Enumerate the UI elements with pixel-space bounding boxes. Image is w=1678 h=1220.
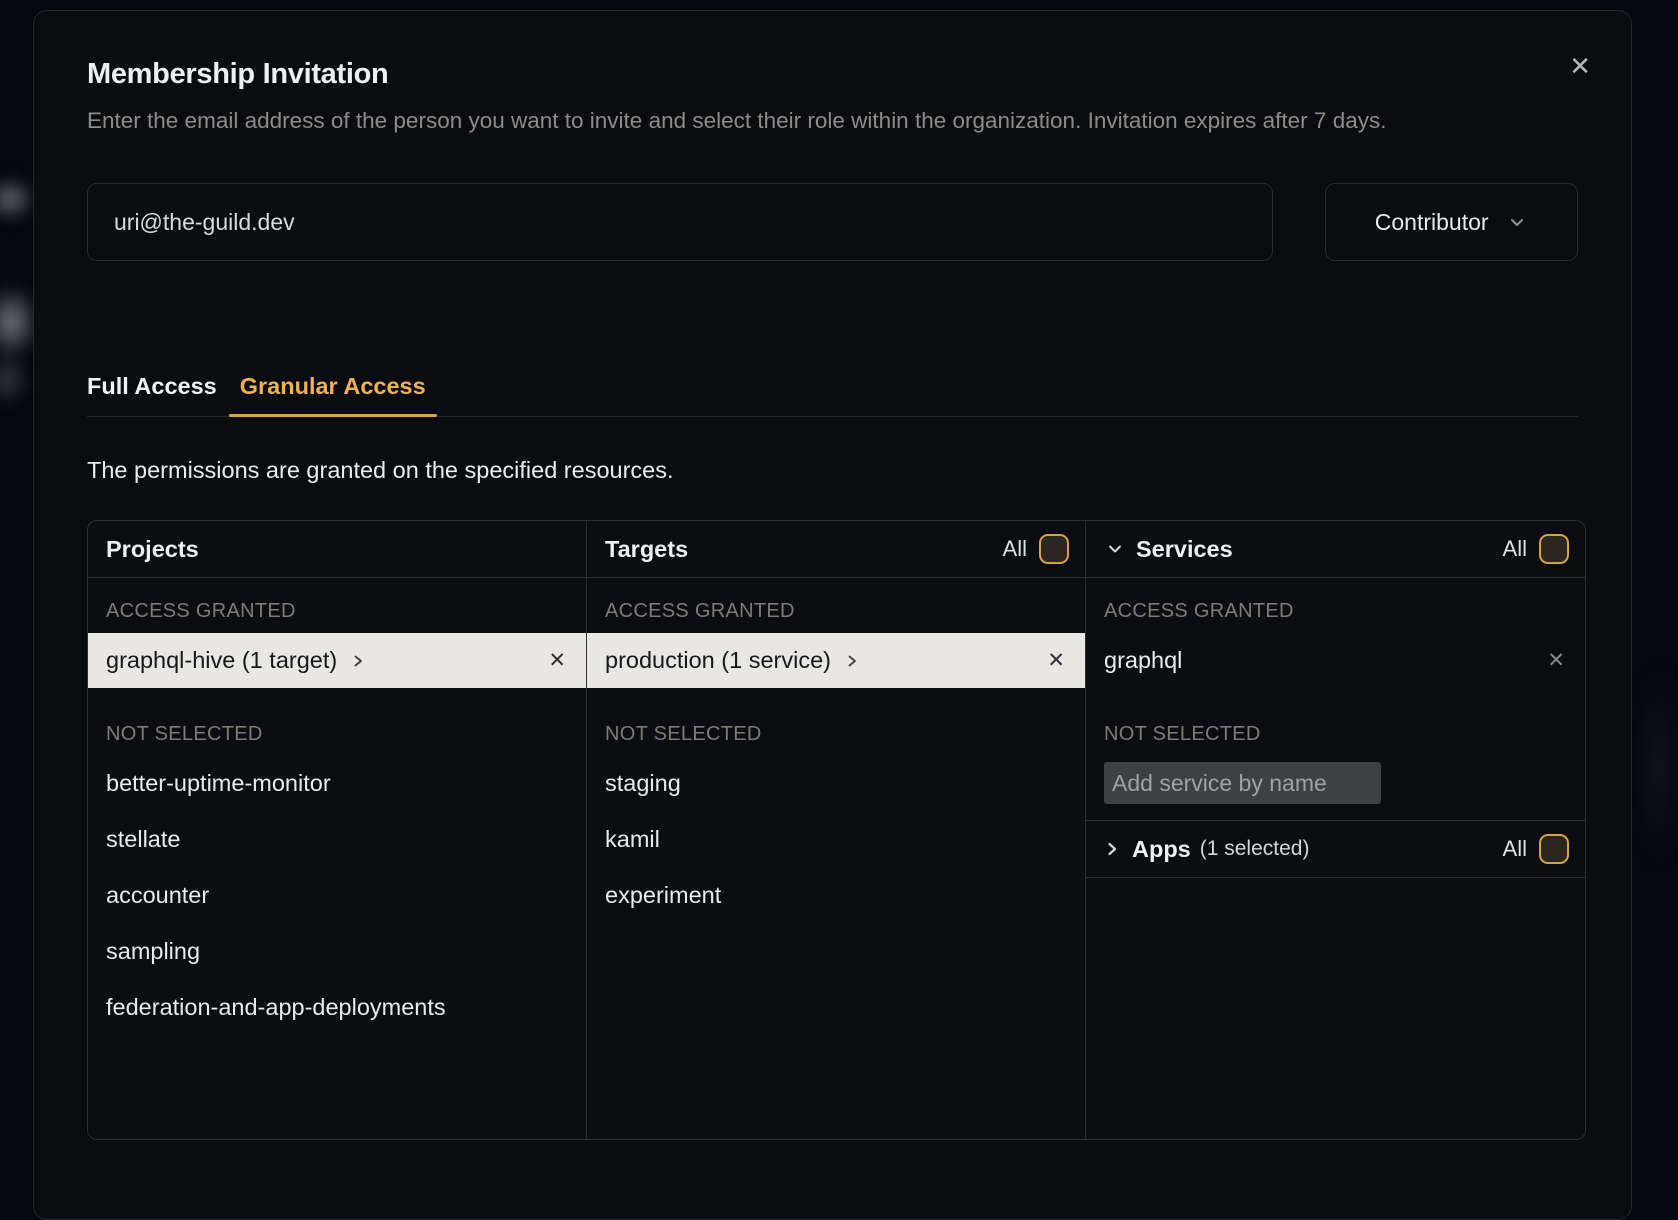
services-all-label: All <box>1503 536 1527 562</box>
targets-all-label: All <box>1003 536 1027 562</box>
add-service-input[interactable] <box>1104 762 1381 804</box>
target-selected-name: production (1 service) <box>605 647 831 674</box>
projects-not-selected-list: better-uptime-monitor stellate accounter… <box>88 755 586 1035</box>
services-header[interactable]: Services All <box>1086 521 1585 578</box>
targets-not-selected-list: staging kamil experiment <box>587 755 1085 923</box>
targets-all-control: All <box>1003 534 1069 564</box>
role-select-value: Contributor <box>1375 209 1489 236</box>
all-services-checkbox[interactable] <box>1539 534 1569 564</box>
services-header-title: Services <box>1136 536 1233 563</box>
chevron-right-icon <box>350 653 366 669</box>
remove-service-icon[interactable]: ✕ <box>1545 650 1567 671</box>
services-all-control: All <box>1503 534 1569 564</box>
target-item[interactable]: kamil <box>587 811 1085 867</box>
chevron-down-icon <box>1505 210 1529 234</box>
all-apps-checkbox[interactable] <box>1539 834 1569 864</box>
close-icon[interactable]: ✕ <box>1563 49 1597 83</box>
target-item[interactable]: experiment <box>587 867 1085 923</box>
resources-table: Projects ACCESS GRANTED graphql-hive (1 … <box>87 520 1586 1140</box>
background-glow <box>0 350 30 408</box>
membership-invitation-dialog: ✕ Membership Invitation Enter the email … <box>33 10 1632 1220</box>
apps-all-label: All <box>1503 836 1527 862</box>
project-row-selected[interactable]: graphql-hive (1 target) ✕ <box>88 633 586 688</box>
dialog-description: Enter the email address of the person yo… <box>87 102 1578 139</box>
service-row-selected[interactable]: graphql ✕ <box>1086 633 1585 688</box>
targets-column: Targets All ACCESS GRANTED production (1… <box>587 521 1086 1139</box>
services-access-granted-label: ACCESS GRANTED <box>1104 600 1567 623</box>
chevron-right-icon <box>844 653 860 669</box>
targets-header-title: Targets <box>605 536 688 563</box>
apps-section-toggle[interactable]: Apps (1 selected) All <box>1086 820 1585 878</box>
targets-access-granted-label: ACCESS GRANTED <box>605 600 1067 623</box>
target-row-selected[interactable]: production (1 service) ✕ <box>587 633 1085 688</box>
chevron-right-icon <box>1102 839 1122 859</box>
projects-not-selected-label: NOT SELECTED <box>106 723 568 746</box>
permissions-note: The permissions are granted on the speci… <box>87 456 1578 484</box>
apps-all-control: All <box>1503 834 1569 864</box>
projects-header: Projects <box>88 521 586 578</box>
project-item[interactable]: accounter <box>88 867 586 923</box>
tab-granular-access[interactable]: Granular Access <box>229 372 437 416</box>
project-item[interactable]: better-uptime-monitor <box>88 755 586 811</box>
apps-label: Apps <box>1132 836 1191 863</box>
project-selected-name: graphql-hive (1 target) <box>106 647 337 674</box>
services-column: Services All ACCESS GRANTED graphql ✕ NO… <box>1086 521 1585 1139</box>
email-input[interactable] <box>87 183 1273 261</box>
services-not-selected-label: NOT SELECTED <box>1104 723 1567 746</box>
background-glow <box>0 176 36 222</box>
all-targets-checkbox[interactable] <box>1039 534 1069 564</box>
tab-full-access[interactable]: Full Access <box>87 372 228 416</box>
role-select[interactable]: Contributor <box>1325 183 1578 261</box>
targets-not-selected-label: NOT SELECTED <box>605 723 1067 746</box>
project-item[interactable]: federation-and-app-deployments <box>88 979 586 1035</box>
targets-header: Targets All <box>587 521 1085 578</box>
apps-selected-count: (1 selected) <box>1200 837 1310 861</box>
project-item[interactable]: sampling <box>88 923 586 979</box>
access-tabs: Full Access Granular Access <box>87 372 1578 417</box>
remove-target-icon[interactable]: ✕ <box>1045 650 1067 671</box>
project-item[interactable]: stellate <box>88 811 586 867</box>
invite-form-row: Contributor <box>87 183 1578 261</box>
projects-column: Projects ACCESS GRANTED graphql-hive (1 … <box>88 521 587 1139</box>
projects-header-title: Projects <box>106 536 199 563</box>
dialog-title: Membership Invitation <box>87 58 1578 91</box>
background-glow <box>1632 660 1678 870</box>
remove-project-icon[interactable]: ✕ <box>546 650 568 671</box>
projects-access-granted-label: ACCESS GRANTED <box>106 600 568 623</box>
service-selected-name: graphql <box>1104 647 1182 674</box>
target-item[interactable]: staging <box>587 755 1085 811</box>
chevron-down-icon <box>1104 538 1126 560</box>
